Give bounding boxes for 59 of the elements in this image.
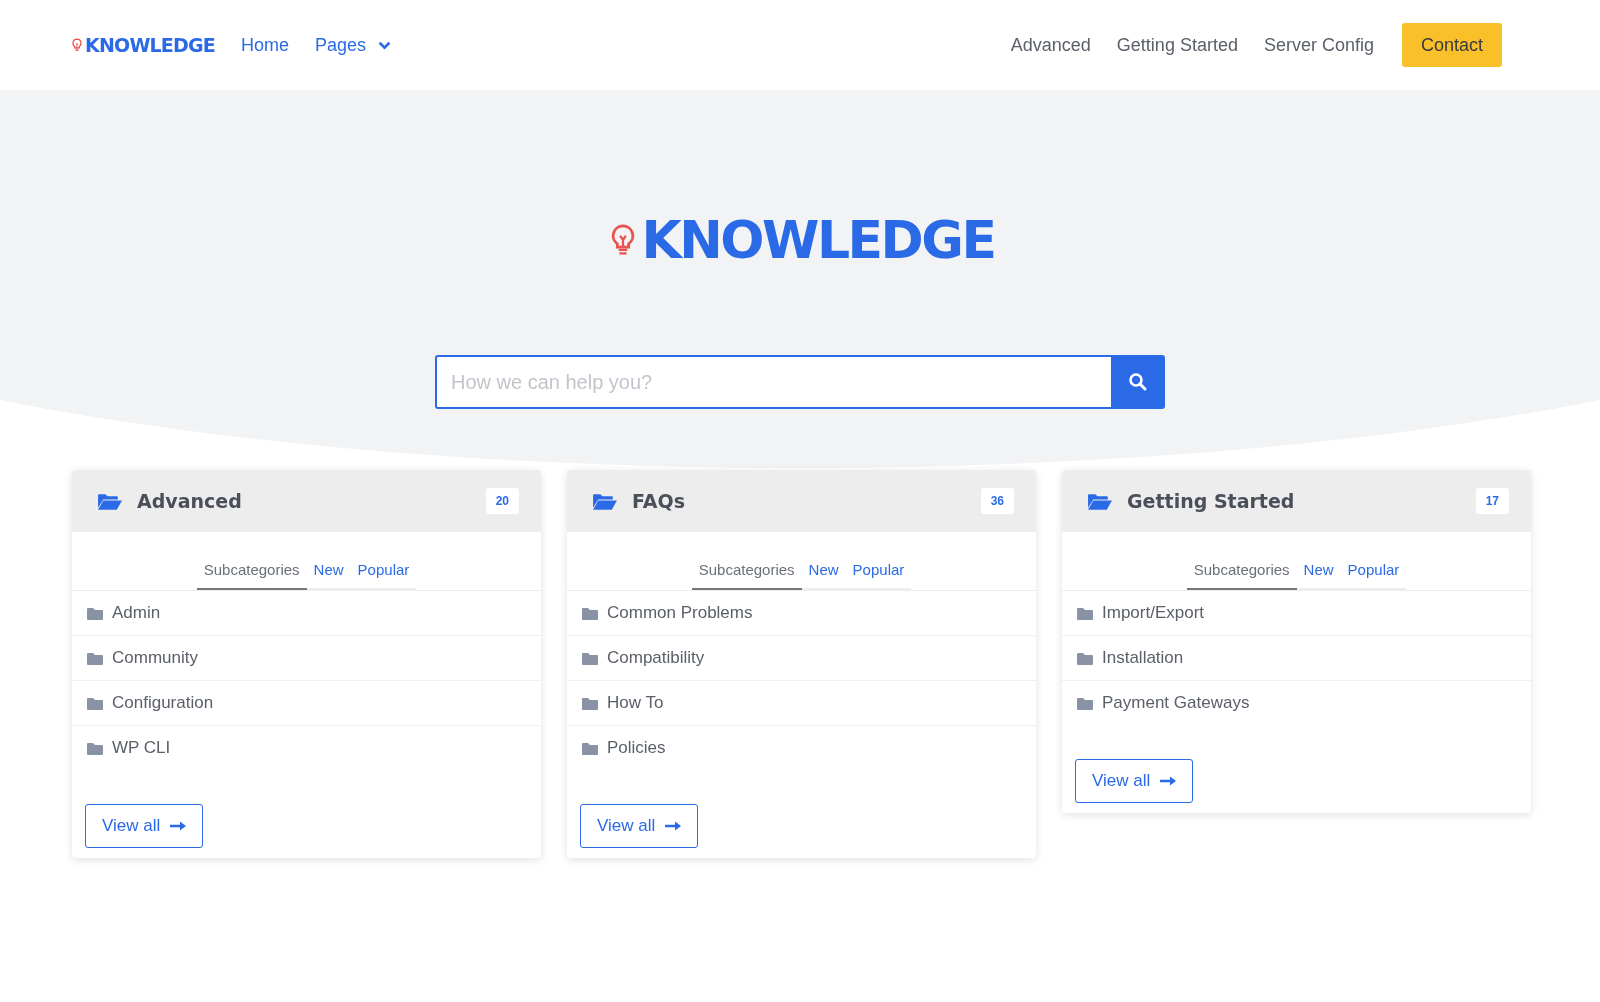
subcategory-link[interactable]: Admin: [112, 603, 161, 623]
search-icon: [1128, 372, 1148, 392]
tab[interactable]: Subcategories: [691, 557, 802, 590]
nav-link[interactable]: Advanced: [1010, 34, 1091, 56]
logo: KNOWLEDGE: [605, 210, 995, 270]
tab[interactable]: Popular: [350, 557, 417, 590]
dropdown-link[interactable]: Pages: [315, 34, 392, 56]
tab[interactable]: Popular: [1340, 557, 1407, 590]
nav-link[interactable]: Getting Started: [1116, 34, 1238, 56]
card-title: FAQs: [632, 490, 686, 512]
folder-icon: [87, 741, 103, 755]
folder-icon: [1087, 491, 1112, 511]
view-all-button[interactable]: View all: [85, 804, 204, 848]
tab[interactable]: New: [306, 557, 351, 590]
subcategory-link[interactable]: Installation: [1102, 648, 1184, 668]
folder-icon: [582, 696, 598, 710]
subcategory-link[interactable]: Compatibility: [607, 648, 705, 668]
nav-link[interactable]: Server Config: [1263, 34, 1374, 56]
chevron-down-icon: [378, 40, 392, 50]
tab[interactable]: New: [801, 557, 846, 590]
folder-icon: [87, 606, 103, 620]
folder-icon: [582, 651, 598, 665]
folder-icon: [87, 696, 103, 710]
contact-button[interactable]: Contact: [1402, 23, 1502, 67]
count-badge: 36: [980, 488, 1014, 514]
folder-icon: [87, 651, 103, 665]
search-field[interactable]: How we can help you?: [435, 355, 1111, 409]
arrow-right-icon: [1160, 776, 1177, 786]
subcategory-link[interactable]: Common Problems: [607, 603, 753, 623]
subcategory-link[interactable]: WP CLI: [112, 738, 171, 758]
arrow-right-icon: [665, 821, 682, 831]
folder-icon: [97, 491, 122, 511]
count-badge: 17: [1475, 488, 1509, 514]
logo[interactable]: KNOWLEDGE: [70, 34, 215, 56]
tab[interactable]: New: [1296, 557, 1341, 590]
folder-icon: [592, 491, 617, 511]
folder-icon: [1077, 606, 1093, 620]
subcategory-link[interactable]: Import/Export: [1102, 603, 1205, 623]
folder-icon: [1077, 696, 1093, 710]
card-title: Getting Started: [1127, 490, 1296, 512]
tab[interactable]: Subcategories: [1186, 557, 1297, 590]
subcategory-link[interactable]: Policies: [607, 738, 666, 758]
lightbulb-icon: [70, 37, 84, 53]
folder-icon: [582, 741, 598, 755]
folder-icon: [1077, 651, 1093, 665]
tab[interactable]: Subcategories: [196, 557, 307, 590]
subcategory-link[interactable]: Payment Gateways: [1102, 693, 1250, 713]
count-badge: 20: [485, 488, 519, 514]
subcategory-link[interactable]: Community: [112, 648, 198, 668]
nav-link[interactable]: Home: [240, 34, 289, 56]
card-title: Advanced: [137, 490, 243, 512]
subcategory-link[interactable]: How To: [607, 693, 664, 713]
tab[interactable]: Popular: [845, 557, 912, 590]
folder-icon: [582, 606, 598, 620]
arrow-right-icon: [170, 821, 187, 831]
subcategory-link[interactable]: Configuration: [112, 693, 214, 713]
search-button[interactable]: [1111, 355, 1165, 409]
view-all-button[interactable]: View all: [580, 804, 699, 848]
view-all-button[interactable]: View all: [1075, 759, 1194, 803]
